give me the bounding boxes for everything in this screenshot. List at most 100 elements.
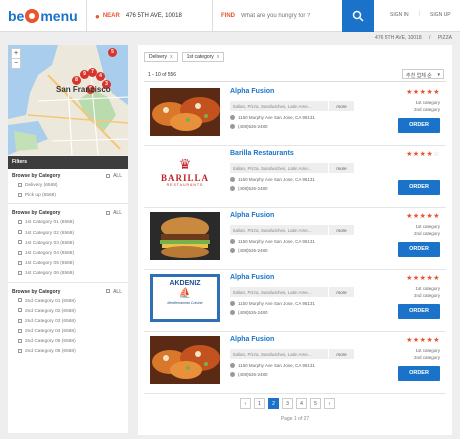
divider xyxy=(8,281,128,283)
order-button[interactable]: ORDER xyxy=(398,118,440,133)
filter-option[interactable]: 2nd Category 03 (6568) xyxy=(8,317,128,327)
filter-tag[interactable]: Delivery x xyxy=(144,52,178,62)
restaurant-name[interactable]: Alpha Fusion xyxy=(230,274,274,281)
restaurant-address: 1150 Murphy Ave San Jose, CA 95131 xyxy=(230,239,315,245)
next-page-button[interactable]: › xyxy=(324,398,335,409)
search-button[interactable] xyxy=(342,0,374,32)
restaurant-photo[interactable] xyxy=(150,88,220,136)
rating-stars: ★★★★★ xyxy=(406,212,440,220)
order-button[interactable]: ORDER xyxy=(398,180,440,195)
location-field[interactable]: ● NEAR 476 5TH AVE, 10018 xyxy=(86,0,212,32)
page-button[interactable]: 1 xyxy=(254,398,265,409)
filter-option[interactable]: 2nd Category 04 (6568) xyxy=(8,327,128,337)
checkbox-icon xyxy=(18,338,22,343)
location-icon xyxy=(230,115,235,121)
checkbox-icon xyxy=(18,192,22,197)
filter-option[interactable]: 2nd Category 01 (6568) xyxy=(8,297,128,307)
star-full-icon: ★ xyxy=(406,275,413,282)
filter-option[interactable]: 1st Category 04 (6568) xyxy=(8,249,128,259)
restaurant-card[interactable]: Alpha Fusion Italian, Pizza, Sandwiches, … xyxy=(144,84,446,146)
breadcrumb-location[interactable]: 476 5TH AVE, 10018 xyxy=(375,35,422,41)
filter-option[interactable]: 1st Category 05 (6568) xyxy=(8,259,128,269)
prev-page-button[interactable]: ‹ xyxy=(240,398,251,409)
restaurant-name[interactable]: Alpha Fusion xyxy=(230,336,274,343)
category-label: 2nd category xyxy=(413,355,440,360)
filter-all-toggle[interactable]: ALL xyxy=(106,289,122,295)
restaurant-card[interactable]: Alpha Fusion Italian, Pizza, Sandwiches, … xyxy=(144,208,446,270)
restaurant-phone: (408)526-2480 xyxy=(230,248,268,254)
filter-option[interactable]: 1st Category 03 (6568) xyxy=(8,239,128,249)
order-button[interactable]: ORDER xyxy=(398,304,440,319)
search-input[interactable] xyxy=(241,13,331,19)
more-button[interactable]: more xyxy=(328,349,354,359)
restaurant-photo[interactable] xyxy=(150,212,220,260)
map[interactable]: + − 5 9 8 7 4 6 3 San Francisco xyxy=(8,45,128,155)
checkbox-icon xyxy=(18,230,22,235)
filter-tag[interactable]: 1st category x xyxy=(181,52,225,62)
rating-stars: ★★★★☆ xyxy=(406,150,440,158)
star-full-icon: ★ xyxy=(412,213,420,220)
checkbox-icon xyxy=(18,271,22,276)
sign-in-link[interactable]: SIGN IN xyxy=(390,12,409,18)
restaurant-card[interactable]: AKDENIZ ⛵ Mediterranean Cuisine Alpha Fusio… xyxy=(144,270,446,332)
filter-option[interactable]: 2nd Category 02 (6568) xyxy=(8,307,128,317)
restaurant-name[interactable]: Alpha Fusion xyxy=(230,88,274,95)
close-icon[interactable]: x xyxy=(170,54,173,60)
breadcrumb-category: PIZZA xyxy=(437,35,452,41)
order-button[interactable]: ORDER xyxy=(398,366,440,381)
filter-option[interactable]: 1st Category 02 (6568) xyxy=(8,229,128,239)
close-icon[interactable]: x xyxy=(217,54,220,60)
more-button[interactable]: more xyxy=(328,101,354,111)
filter-option[interactable]: Delivery (6568) xyxy=(8,181,128,191)
filter-option-label: 2nd Category 01 (6568) xyxy=(25,298,76,304)
filter-option-label: 2nd Category 06 (6568) xyxy=(25,349,76,355)
filter-option-label: 2nd Category 02 (6568) xyxy=(25,308,76,314)
page-button[interactable]: 4 xyxy=(296,398,307,409)
restaurant-phone: (408)526-2480 xyxy=(230,186,268,192)
restaurant-phone: (408)526-2480 xyxy=(230,372,268,378)
filter-all-toggle[interactable]: ALL xyxy=(106,210,122,216)
filter-option[interactable]: Pick up (6568) xyxy=(8,191,128,201)
sort-select[interactable]: 추천 업체 순 xyxy=(402,69,444,79)
map-city-label: San Francisco xyxy=(56,85,111,94)
logo[interactable]: be menu xyxy=(8,6,78,26)
filter-option[interactable]: 2nd Category 05 (6568) xyxy=(8,337,128,347)
map-marker[interactable]: 8 xyxy=(72,76,81,85)
star-full-icon: ★ xyxy=(406,89,413,96)
restaurant-card[interactable]: Alpha Fusion Italian, Pizza, Sandwiches, … xyxy=(144,332,446,394)
filter-option[interactable]: 1st Category 01 (6568) xyxy=(8,218,128,228)
star-half-icon: ★ xyxy=(433,337,440,344)
restaurant-name[interactable]: Barilla Restaurants xyxy=(230,150,294,157)
restaurant-card[interactable]: ♛ BARILLA RESTAURANTS Barilla Restaurants It… xyxy=(144,146,446,208)
filter-section-title: Browse by Category ALL xyxy=(8,285,128,297)
more-button[interactable]: more xyxy=(328,287,354,297)
page-button-active[interactable]: 2 xyxy=(268,398,279,409)
restaurant-logo[interactable]: AKDENIZ ⛵ Mediterranean Cuisine xyxy=(150,274,220,322)
crest-icon: ♛ xyxy=(178,156,192,172)
map-zoom-controls: + − xyxy=(11,48,21,69)
restaurant-logo[interactable]: ♛ BARILLA RESTAURANTS xyxy=(150,150,220,198)
order-button[interactable]: ORDER xyxy=(398,242,440,257)
filter-option[interactable]: 1st Category 06 (6568) xyxy=(8,269,128,279)
filter-tag-label: 1st category xyxy=(186,54,214,60)
restaurant-photo[interactable] xyxy=(150,336,220,384)
sign-up-link[interactable]: SIGN UP xyxy=(430,12,451,18)
page-button[interactable]: 5 xyxy=(310,398,321,409)
zoom-in-button[interactable]: + xyxy=(12,49,20,59)
map-marker[interactable]: 5 xyxy=(108,48,117,57)
filter-all-toggle[interactable]: ALL xyxy=(106,173,122,179)
location-icon xyxy=(230,177,235,183)
restaurant-name[interactable]: Alpha Fusion xyxy=(230,212,274,219)
checkbox-icon xyxy=(18,220,22,225)
filter-option[interactable]: 2nd Category 06 (6568) xyxy=(8,347,128,357)
find-field[interactable]: FIND xyxy=(212,0,342,32)
more-button[interactable]: more xyxy=(328,163,354,173)
star-full-icon: ★ xyxy=(406,337,413,344)
more-button[interactable]: more xyxy=(328,225,354,235)
zoom-out-button[interactable]: − xyxy=(12,59,20,68)
filter-option-label: 2nd Category 03 (6568) xyxy=(25,318,76,324)
filter-section-title: Browse by Category ALL xyxy=(8,206,128,218)
logo-subtext: RESTAURANTS xyxy=(166,183,204,187)
star-empty-icon: ☆ xyxy=(433,151,440,158)
page-button[interactable]: 3 xyxy=(282,398,293,409)
